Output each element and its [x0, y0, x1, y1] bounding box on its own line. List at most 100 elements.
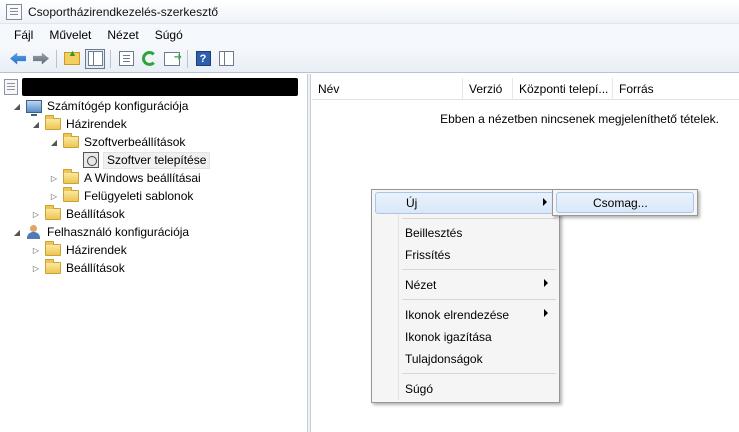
menu-item-label: Tulajdonságok — [405, 352, 483, 366]
tree-item-windows-settings[interactable]: ▷ A Windows beállításai — [49, 169, 201, 187]
submenu-item-package[interactable]: Csomag... — [556, 192, 694, 213]
submenu-arrow-icon — [544, 309, 548, 317]
context-menu-item-align-icons[interactable]: Ikonok igazítása — [375, 326, 556, 348]
menu-item-label: Beillesztés — [405, 226, 463, 240]
context-menu-item-arrange-icons[interactable]: Ikonok elrendezése — [375, 304, 556, 326]
refresh-icon — [141, 51, 157, 66]
menu-item-label: Frissítés — [405, 248, 451, 262]
show-hide-action-pane-button[interactable] — [216, 49, 236, 69]
menu-item-label: Új — [406, 196, 418, 210]
show-hide-tree-icon — [87, 51, 103, 66]
tree-item-label: A Windows beállításai — [84, 171, 201, 185]
folder-icon — [63, 187, 79, 202]
tree-item-computer-config[interactable]: ◢ Számítógép konfigurációja — [12, 97, 189, 116]
tree-item-label: Szoftverbeállítások — [84, 135, 186, 149]
pane-splitter[interactable] — [308, 74, 311, 432]
folder-icon — [63, 169, 79, 184]
list-header: Név Verzió Központi telepí... Forrás — [312, 77, 739, 100]
up-one-level-button[interactable] — [62, 48, 82, 69]
tree-item-user-preferences[interactable]: ▷ Beállítások — [31, 259, 125, 277]
tree-item-label: Házirendek — [66, 117, 127, 131]
tree-item-label: Felügyeleti sablonok — [84, 189, 194, 203]
menu-item-label: Csomag... — [593, 195, 648, 210]
tree-item-preferences[interactable]: ▷ Beállítások — [31, 205, 125, 223]
tree-item-user-config[interactable]: ◢ Felhasználó konfigurációja — [12, 223, 189, 241]
export-list-button[interactable] — [162, 49, 182, 69]
properties-icon — [118, 51, 134, 66]
computer-icon — [26, 99, 42, 116]
help-button[interactable]: ? — [193, 49, 213, 69]
tree-item-label: Beállítások — [66, 261, 125, 275]
context-menu-item-new[interactable]: Új — [375, 192, 556, 214]
tree-item-policies[interactable]: ◢ Házirendek — [31, 115, 127, 133]
folder-icon — [63, 133, 79, 148]
column-header-name[interactable]: Név — [312, 77, 463, 100]
menu-separator — [402, 373, 556, 374]
app-icon — [6, 3, 22, 20]
column-header-source[interactable]: Forrás — [613, 78, 733, 100]
toolbar: ? — [0, 45, 739, 73]
help-icon: ? — [195, 51, 211, 66]
tree-item-software-install[interactable]: Szoftver telepítése — [83, 151, 211, 169]
software-package-icon — [83, 152, 99, 168]
refresh-button[interactable] — [139, 49, 159, 69]
tree-root[interactable] — [4, 78, 301, 96]
expand-arrow-icon[interactable]: ▷ — [49, 173, 59, 183]
collapse-arrow-icon[interactable]: ◢ — [12, 227, 22, 237]
tree-item-software-settings[interactable]: ◢ Szoftverbeállítások — [49, 133, 185, 151]
submenu-arrow-icon — [543, 198, 547, 206]
forward-button[interactable] — [31, 49, 51, 69]
toolbar-separator — [110, 49, 111, 68]
expand-arrow-icon[interactable]: ▷ — [31, 209, 41, 219]
menu-separator — [402, 218, 556, 219]
properties-button[interactable] — [116, 49, 136, 69]
show-hide-tree-button[interactable] — [85, 48, 105, 69]
tree-item-label: Számítógép konfigurációja — [47, 99, 189, 113]
menu-file[interactable]: Fájl — [8, 28, 39, 42]
user-icon — [26, 224, 42, 240]
menu-action[interactable]: Művelet — [43, 28, 97, 42]
window-title: Csoportházirendkezelés-szerkesztő — [28, 4, 219, 19]
context-menu-item-view[interactable]: Nézet — [375, 274, 556, 296]
folder-icon — [45, 205, 61, 220]
tree-item-label: Felhasználó konfigurációja — [47, 225, 190, 239]
back-button[interactable] — [8, 49, 28, 69]
tree-item-user-policies[interactable]: ▷ Házirendek — [31, 241, 127, 259]
menu-item-label: Nézet — [405, 278, 437, 292]
new-submenu: Csomag... — [552, 189, 698, 216]
forward-arrow-icon — [33, 53, 49, 65]
menu-item-label: Súgó — [405, 382, 434, 396]
tree-item-label: Szoftver telepítése — [103, 151, 211, 169]
folder-icon — [45, 241, 61, 256]
tree-item-admin-templates[interactable]: ▷ Felügyeleti sablonok — [49, 187, 193, 205]
context-menu: Új Beillesztés Frissítés Nézet Ikonok el… — [371, 189, 560, 403]
context-menu-item-help[interactable]: Súgó — [375, 378, 556, 400]
menu-separator — [402, 299, 556, 300]
folder-icon — [45, 115, 61, 130]
column-header-version[interactable]: Verzió — [463, 77, 513, 100]
title-bar: Csoportházirendkezelés-szerkesztő — [0, 0, 739, 24]
back-arrow-icon — [10, 52, 26, 65]
expand-arrow-icon[interactable]: ▷ — [31, 245, 41, 255]
menu-item-label: Ikonok elrendezése — [405, 308, 510, 322]
context-menu-item-paste[interactable]: Beillesztés — [375, 222, 556, 244]
submenu-arrow-icon — [544, 279, 548, 287]
collapse-arrow-icon[interactable]: ◢ — [12, 101, 22, 111]
collapse-arrow-icon[interactable]: ◢ — [31, 119, 41, 129]
empty-list-message: Ebben a nézetben nincsenek megjeleníthet… — [440, 112, 719, 126]
collapse-arrow-icon[interactable]: ◢ — [49, 137, 59, 147]
menu-help[interactable]: Súgó — [149, 28, 189, 42]
column-header-deployment[interactable]: Központi telepí... — [513, 77, 613, 100]
export-list-icon — [164, 51, 182, 66]
menu-separator — [402, 269, 556, 270]
context-menu-item-refresh[interactable]: Frissítés — [375, 244, 556, 266]
tree-item-label: Beállítások — [66, 207, 125, 221]
context-menu-item-properties[interactable]: Tulajdonságok — [375, 348, 556, 370]
expand-arrow-icon[interactable]: ▷ — [49, 191, 59, 201]
toolbar-separator — [56, 49, 57, 68]
policy-document-icon — [4, 79, 18, 95]
expand-arrow-icon[interactable]: ▷ — [31, 263, 41, 273]
tree-pane[interactable]: ◢ Számítógép konfigurációja ◢ Házirendek… — [0, 74, 308, 432]
tree-item-label: Házirendek — [66, 243, 127, 257]
menu-view[interactable]: Nézet — [101, 28, 144, 42]
